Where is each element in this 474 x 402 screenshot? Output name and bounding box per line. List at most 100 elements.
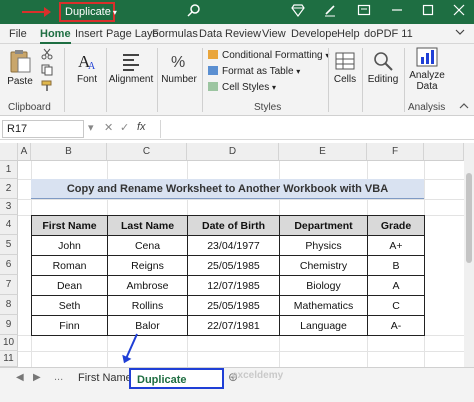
next-sheet-icon[interactable]: ▶ (33, 372, 41, 383)
table-cell[interactable]: John (31, 235, 108, 256)
table-cell[interactable]: Mathematics (279, 295, 368, 316)
table-cell[interactable]: Dean (31, 275, 108, 296)
cancel-icon[interactable]: ✕ (104, 121, 113, 134)
row-header[interactable]: 6 (0, 255, 18, 275)
table-cell[interactable]: Biology (279, 275, 368, 296)
table-header[interactable]: Grade (367, 215, 425, 236)
table-cell[interactable]: 25/05/1985 (187, 295, 280, 316)
row-header[interactable]: 9 (0, 315, 18, 335)
tab-insert[interactable]: Insert (75, 26, 103, 44)
cut-icon[interactable] (40, 48, 54, 63)
table-cell[interactable]: A+ (367, 235, 425, 256)
column-header[interactable]: F (367, 143, 424, 161)
insert-function-button[interactable]: fx (137, 121, 146, 133)
diamond-icon[interactable] (289, 3, 307, 21)
vertical-scrollbar[interactable] (464, 143, 474, 367)
enter-icon[interactable]: ✓ (120, 121, 129, 134)
tab-help[interactable]: Help (337, 26, 360, 44)
table-cell[interactable]: Balor (107, 315, 188, 336)
copy-icon[interactable] (40, 64, 54, 79)
analyze-data-button[interactable]: Analyze Data (407, 46, 447, 92)
table-cell[interactable]: Ambrose (107, 275, 188, 296)
font-button[interactable]: A A Font (72, 50, 102, 85)
row-header[interactable]: 2 (0, 179, 18, 199)
tab-developer[interactable]: Develope (291, 26, 337, 44)
table-cell[interactable]: Seth (31, 295, 108, 316)
table-header[interactable]: Last Name (107, 215, 188, 236)
conditional-formatting-icon (208, 50, 218, 59)
column-header[interactable]: E (279, 143, 367, 161)
minimize-icon[interactable] (388, 3, 406, 21)
select-all-corner[interactable] (0, 143, 18, 161)
table-cell[interactable]: Cena (107, 235, 188, 256)
more-sheets-button[interactable]: ... (54, 371, 63, 383)
worksheet-grid[interactable]: A B C D E F 1 2 3 4 5 6 7 8 9 10 11 Copy… (0, 143, 474, 367)
cells-button[interactable]: Cells (332, 50, 358, 85)
table-cell[interactable]: Rollins (107, 295, 188, 316)
table-cell[interactable]: Finn (31, 315, 108, 336)
row-header[interactable]: 1 (0, 161, 18, 179)
tab-page-layout[interactable]: Page Layo (106, 26, 159, 44)
previous-sheet-icon[interactable]: ◀ (16, 372, 24, 383)
table-cell[interactable]: Language (279, 315, 368, 336)
column-header[interactable]: B (31, 143, 107, 161)
search-icon[interactable] (185, 3, 203, 21)
tab-home[interactable]: Home (40, 26, 71, 44)
name-box-dropdown-icon[interactable]: ▾ (88, 121, 94, 134)
ribbon-display-icon[interactable] (355, 3, 373, 21)
format-as-table-button[interactable]: Format as Table ▾ (208, 65, 300, 79)
tab-file[interactable]: File (9, 26, 27, 44)
table-header[interactable]: Date of Birth (187, 215, 280, 236)
table-cell[interactable]: 23/04/1977 (187, 235, 280, 256)
row-header[interactable]: 4 (0, 215, 18, 235)
row-header[interactable]: 8 (0, 295, 18, 315)
tab-formulas[interactable]: Formulas (152, 26, 198, 44)
close-icon[interactable] (450, 3, 468, 21)
table-header[interactable]: Department (279, 215, 368, 236)
row-header[interactable]: 5 (0, 235, 18, 255)
ribbon-chevron-down-icon[interactable] (455, 25, 465, 43)
tab-view[interactable]: View (262, 26, 286, 44)
table-header[interactable]: First Name (31, 215, 108, 236)
table-cell[interactable]: B (367, 255, 425, 276)
collapse-ribbon-icon[interactable] (458, 102, 470, 113)
number-button[interactable]: % Number (160, 50, 198, 85)
row-header[interactable]: 10 (0, 335, 18, 351)
scrollbar-thumb[interactable] (466, 173, 472, 263)
column-header[interactable] (424, 143, 464, 161)
table-cell[interactable]: 25/05/1985 (187, 255, 280, 276)
tab-dopdf[interactable]: doPDF 11 (364, 26, 413, 44)
name-box[interactable]: R17 (2, 120, 84, 138)
pen-icon[interactable] (321, 3, 339, 21)
tab-review[interactable]: Review (225, 26, 261, 44)
row-header[interactable]: 3 (0, 199, 18, 215)
chevron-down-icon: ▾ (296, 67, 301, 76)
table-cell[interactable]: A (367, 275, 425, 296)
editing-button[interactable]: Editing (366, 50, 400, 85)
sheet-tab-first-name[interactable]: First Name (72, 368, 138, 389)
table-cell[interactable]: Physics (279, 235, 368, 256)
column-header[interactable]: D (187, 143, 279, 161)
format-painter-icon[interactable] (40, 80, 54, 95)
table-cell[interactable]: 12/07/1985 (187, 275, 280, 296)
paste-button[interactable]: Paste (6, 48, 34, 87)
tab-data[interactable]: Data (199, 26, 222, 44)
sheet-tab-duplicate-sheet[interactable]: Duplicate Sheet (129, 368, 224, 402)
table-cell[interactable]: Roman (31, 255, 108, 276)
table-cell[interactable]: Chemistry (279, 255, 368, 276)
conditional-formatting-button[interactable]: Conditional Formatting ▾ (208, 49, 329, 63)
table-cell[interactable]: Reigns (107, 255, 188, 276)
row-header[interactable]: 7 (0, 275, 18, 295)
table-cell[interactable]: A- (367, 315, 425, 336)
maximize-icon[interactable] (419, 3, 437, 21)
column-header[interactable]: C (107, 143, 187, 161)
alignment-button[interactable]: Alignment (108, 50, 154, 85)
column-header[interactable]: A (18, 143, 31, 161)
row-header[interactable]: 11 (0, 351, 18, 367)
table-cell[interactable]: C (367, 295, 425, 316)
table-cell[interactable]: 22/07/1981 (187, 315, 280, 336)
formula-input[interactable] (160, 120, 472, 138)
cell-styles-button[interactable]: Cell Styles ▾ (208, 81, 276, 95)
document-name-button[interactable]: Duplicate ▾ (59, 2, 117, 22)
sheet-heading[interactable]: Copy and Rename Worksheet to Another Wor… (31, 179, 424, 199)
